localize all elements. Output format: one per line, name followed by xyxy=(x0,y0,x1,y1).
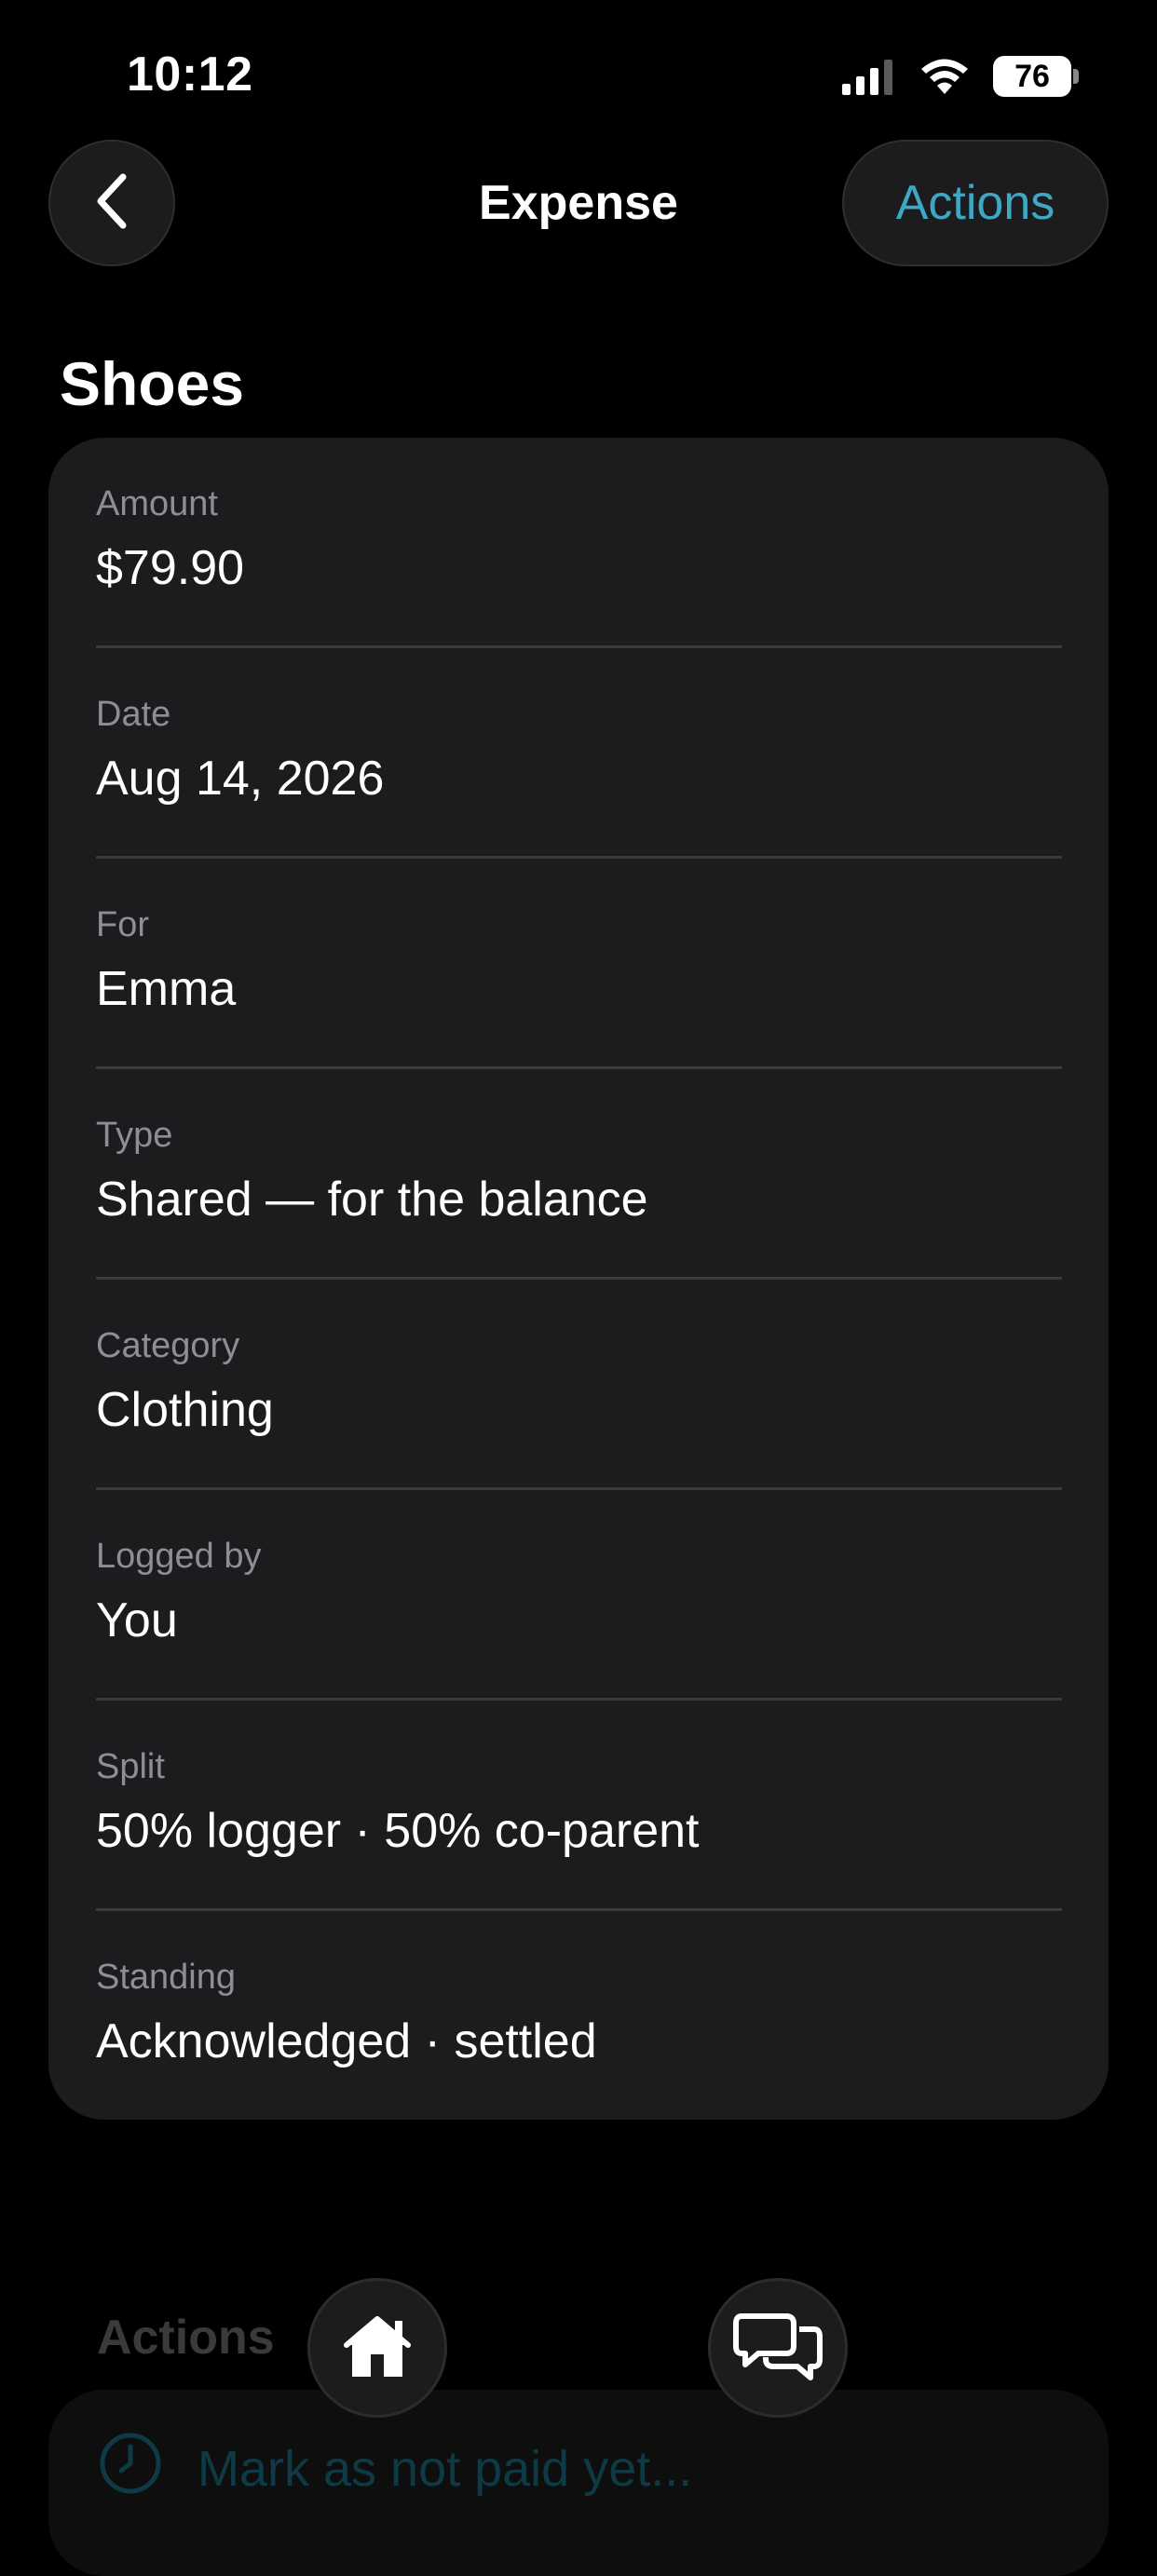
actions-card: Mark as not paid yet... xyxy=(48,2390,1109,2576)
actions-button[interactable]: Actions xyxy=(842,140,1109,266)
detail-value: Acknowledged · settled xyxy=(96,2014,597,2068)
messages-button[interactable] xyxy=(708,2278,848,2418)
status-time: 10:12 xyxy=(127,47,253,102)
detail-value: You xyxy=(96,1593,178,1647)
detail-value: $79.90 xyxy=(96,541,245,595)
expense-details-card: Amount $79.90 Date Aug 14, 2026 For Emma… xyxy=(48,438,1109,2120)
battery-level: 76 xyxy=(993,56,1071,97)
detail-value: 50% logger · 50% co-parent xyxy=(96,1804,700,1858)
detail-value: Shared — for the balance xyxy=(96,1173,648,1227)
detail-label: Split xyxy=(96,1747,165,1786)
page-title: Shoes xyxy=(60,349,245,418)
detail-row-standing: Standing Acknowledged · settled xyxy=(96,1911,1062,2122)
navigation-header: Expense Actions xyxy=(0,140,1157,270)
detail-label: Category xyxy=(96,1326,240,1365)
actions-section-heading: Actions xyxy=(97,2311,275,2365)
detail-row-date: Date Aug 14, 2026 xyxy=(96,648,1062,859)
detail-label: Logged by xyxy=(96,1537,262,1576)
home-icon xyxy=(339,2312,415,2385)
detail-label: Amount xyxy=(96,484,218,523)
detail-row-for: For Emma xyxy=(96,859,1062,1069)
clock-icon xyxy=(97,2430,164,2509)
detail-row-logged-by: Logged by You xyxy=(96,1490,1062,1701)
detail-value: Emma xyxy=(96,962,237,1016)
messages-icon xyxy=(732,2309,824,2388)
detail-label: Standing xyxy=(96,1958,237,1997)
detail-row-amount: Amount $79.90 xyxy=(96,438,1062,648)
status-bar: 10:12 76 xyxy=(0,0,1157,140)
signal-icon xyxy=(840,58,896,95)
detail-value: Aug 14, 2026 xyxy=(96,752,385,806)
detail-value: Clothing xyxy=(96,1383,274,1437)
detail-row-split: Split 50% logger · 50% co-parent xyxy=(96,1701,1062,1911)
detail-label: Type xyxy=(96,1116,173,1155)
detail-label: For xyxy=(96,905,149,944)
battery-icon: 76 xyxy=(993,56,1079,97)
status-icons: 76 xyxy=(840,56,1079,97)
home-button[interactable] xyxy=(307,2278,447,2418)
wifi-icon xyxy=(919,57,971,96)
mark-not-paid-label: Mark as not paid yet... xyxy=(197,2441,693,2497)
detail-row-type: Type Shared — for the balance xyxy=(96,1069,1062,1280)
detail-label: Date xyxy=(96,695,171,734)
battery-nub xyxy=(1073,69,1079,84)
detail-row-category: Category Clothing xyxy=(96,1280,1062,1490)
